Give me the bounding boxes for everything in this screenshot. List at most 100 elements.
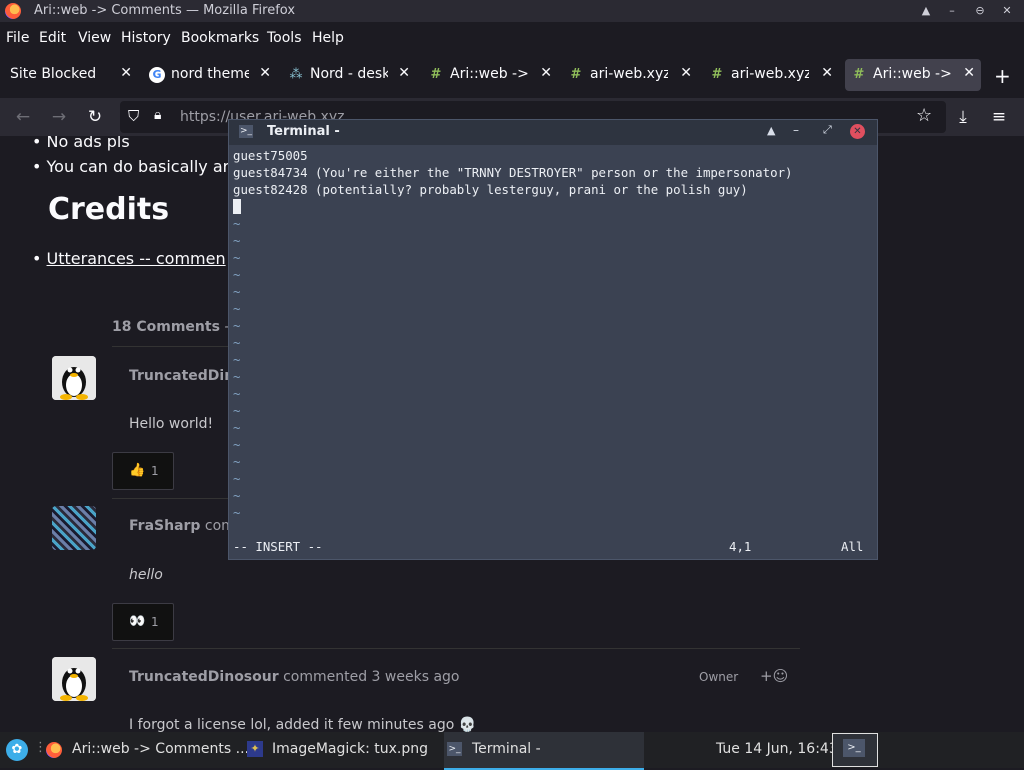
close-window-button[interactable]: ✕ — [999, 3, 1015, 19]
eyes-icon: 👀 — [129, 614, 146, 629]
credits-heading: Credits — [48, 192, 170, 227]
task-terminal[interactable]: >_ Terminal - — [444, 732, 644, 770]
menu-edit[interactable]: Edit — [39, 30, 66, 46]
menu-tools[interactable]: Tools — [267, 30, 302, 46]
maximize-button[interactable]: ⤢ — [823, 123, 832, 137]
text-cursor — [233, 199, 241, 214]
comment-body: hello — [129, 567, 163, 583]
tab-label: ari-web.xyz/ — [731, 66, 809, 82]
tilde-marker: ~ — [233, 420, 241, 435]
tab-label: ari-web.xyz/ — [590, 66, 668, 82]
keep-above-button[interactable]: ▲ — [918, 3, 934, 19]
list-item: • No ads pls — [32, 136, 130, 151]
new-tab-button[interactable]: + — [994, 64, 1011, 88]
forward-button[interactable]: → — [48, 106, 70, 128]
tilde-marker: ~ — [233, 233, 241, 248]
comment-header: TruncatedDinosour commented 3 weeks ago — [129, 669, 460, 685]
tilde-marker: ~ — [233, 386, 241, 401]
close-icon[interactable]: ✕ — [850, 124, 865, 139]
reload-button[interactable]: ↻ — [84, 106, 106, 128]
bookmark-star-icon[interactable]: ☆ — [916, 105, 932, 126]
avatar[interactable] — [52, 657, 96, 701]
keep-above-button[interactable]: ▲ — [767, 124, 775, 137]
tab-close-icon[interactable]: ✕ — [120, 65, 132, 81]
add-reaction-icon[interactable]: +☺ — [760, 667, 788, 685]
tab-label: Nord - deskt — [310, 66, 388, 82]
tilde-marker: ~ — [233, 301, 241, 316]
avatar[interactable] — [52, 356, 96, 400]
comment-author[interactable]: TruncatedDinosour — [129, 669, 279, 685]
menu-help[interactable]: Help — [312, 30, 344, 46]
tab-close-icon[interactable]: ✕ — [680, 65, 692, 81]
menu-view[interactable]: View — [78, 30, 111, 46]
terminal-window[interactable]: >_ Terminal - ▲ – ⤢ ✕ guest75005 guest84… — [228, 119, 878, 560]
task-imagemagick[interactable]: ✦ ImageMagick: tux.png — [242, 732, 442, 768]
terminal-icon: >_ — [843, 739, 865, 757]
tilde-marker: ~ — [233, 369, 241, 384]
tab-close-icon[interactable]: ✕ — [540, 65, 552, 81]
comment-author[interactable]: TruncatedDino — [129, 368, 244, 384]
tab-ariweb-1[interactable]: # Ari::web -> C ✕ — [422, 59, 558, 91]
task-label: ImageMagick: tux.png — [272, 741, 428, 757]
terminal-titlebar[interactable]: >_ Terminal - ▲ – ⤢ ✕ — [229, 120, 877, 145]
menu-bookmarks[interactable]: Bookmarks — [181, 30, 259, 46]
tab-site-blocked[interactable]: Site Blocked ✕ — [2, 59, 138, 91]
divider — [112, 648, 800, 649]
downloads-icon[interactable]: ⤓ — [952, 106, 974, 128]
menu-bar: File Edit View History Bookmarks Tools H… — [0, 26, 1024, 50]
comment-author[interactable]: FraSharp — [129, 518, 200, 534]
tilde-marker: ~ — [233, 267, 241, 282]
reaction-count: 1 — [151, 615, 159, 629]
tab-close-icon[interactable]: ✕ — [259, 65, 271, 81]
window-title: Ari::web -> Comments — Mozilla Firefox — [34, 3, 296, 18]
taskbar: ✿ ⋮ Ari::web -> Comments ... ✦ ImageMagi… — [0, 732, 1024, 770]
tux-icon — [52, 657, 96, 701]
credits-item: • Utterances -- commen — [32, 249, 226, 268]
scroll-position: All — [841, 539, 864, 554]
cursor-position: 4,1 — [729, 539, 752, 554]
tab-close-icon[interactable]: ✕ — [398, 65, 410, 81]
nord-icon: ⁂ — [289, 67, 303, 82]
avatar[interactable] — [52, 506, 96, 550]
tilde-marker: ~ — [233, 454, 241, 469]
task-firefox[interactable]: Ari::web -> Comments ... — [42, 732, 249, 768]
menu-hamburger-icon[interactable]: ≡ — [988, 106, 1010, 128]
comment-body: Hello world! — [129, 416, 214, 432]
tray-terminal[interactable]: >_ — [832, 733, 878, 767]
tab-ariweb-2[interactable]: # ari-web.xyz/ ✕ — [562, 59, 698, 91]
reaction-button[interactable]: 👀 1 — [112, 603, 174, 641]
tilde-marker: ~ — [233, 471, 241, 486]
minimize-button[interactable]: – — [944, 3, 960, 19]
app-launcher-icon[interactable]: ✿ — [6, 739, 28, 761]
menu-file[interactable]: File — [6, 30, 29, 46]
tab-label: Ari::web -> C — [450, 66, 528, 82]
reaction-button[interactable]: 👍 1 — [112, 452, 174, 490]
shield-icon[interactable]: ⛉ — [128, 107, 139, 125]
text-line: guest75005 — [233, 148, 308, 163]
tilde-marker: ~ — [233, 488, 241, 503]
hash-icon: # — [570, 67, 582, 82]
utterances-link[interactable]: Utterances -- commen — [47, 249, 226, 268]
vim-mode: -- INSERT -- — [233, 539, 323, 554]
tab-close-icon[interactable]: ✕ — [821, 65, 833, 81]
firefox-icon — [46, 742, 62, 758]
comments-count: 18 Comments - p — [112, 319, 243, 335]
hash-icon: # — [853, 67, 865, 82]
menu-history[interactable]: History — [121, 30, 171, 46]
lock-icon[interactable]: 🔒︎ — [154, 107, 161, 123]
maximize-button[interactable]: ⊖ — [972, 3, 988, 19]
tab-nord-desktop[interactable]: ⁂ Nord - deskt ✕ — [282, 59, 416, 91]
minimize-button[interactable]: – — [793, 123, 799, 137]
tab-ariweb-3[interactable]: # ari-web.xyz/ ✕ — [703, 59, 839, 91]
back-button[interactable]: ← — [12, 106, 34, 128]
text-line: guest84734 (You're either the "TRNNY DES… — [233, 165, 793, 180]
reaction-count: 1 — [151, 464, 159, 478]
tab-close-icon[interactable]: ✕ — [963, 65, 975, 81]
tilde-marker: ~ — [233, 437, 241, 452]
clock[interactable]: Tue 14 Jun, 16:43 — [716, 741, 838, 757]
vim-editor[interactable]: guest75005 guest84734 (You're either the… — [229, 146, 877, 559]
tab-ariweb-active[interactable]: # Ari::web -> C ✕ — [845, 59, 981, 91]
tab-nord-theme[interactable]: G nord theme ✕ — [143, 59, 277, 91]
tilde-marker: ~ — [233, 250, 241, 265]
list-item: • You can do basically ar — [32, 157, 230, 176]
